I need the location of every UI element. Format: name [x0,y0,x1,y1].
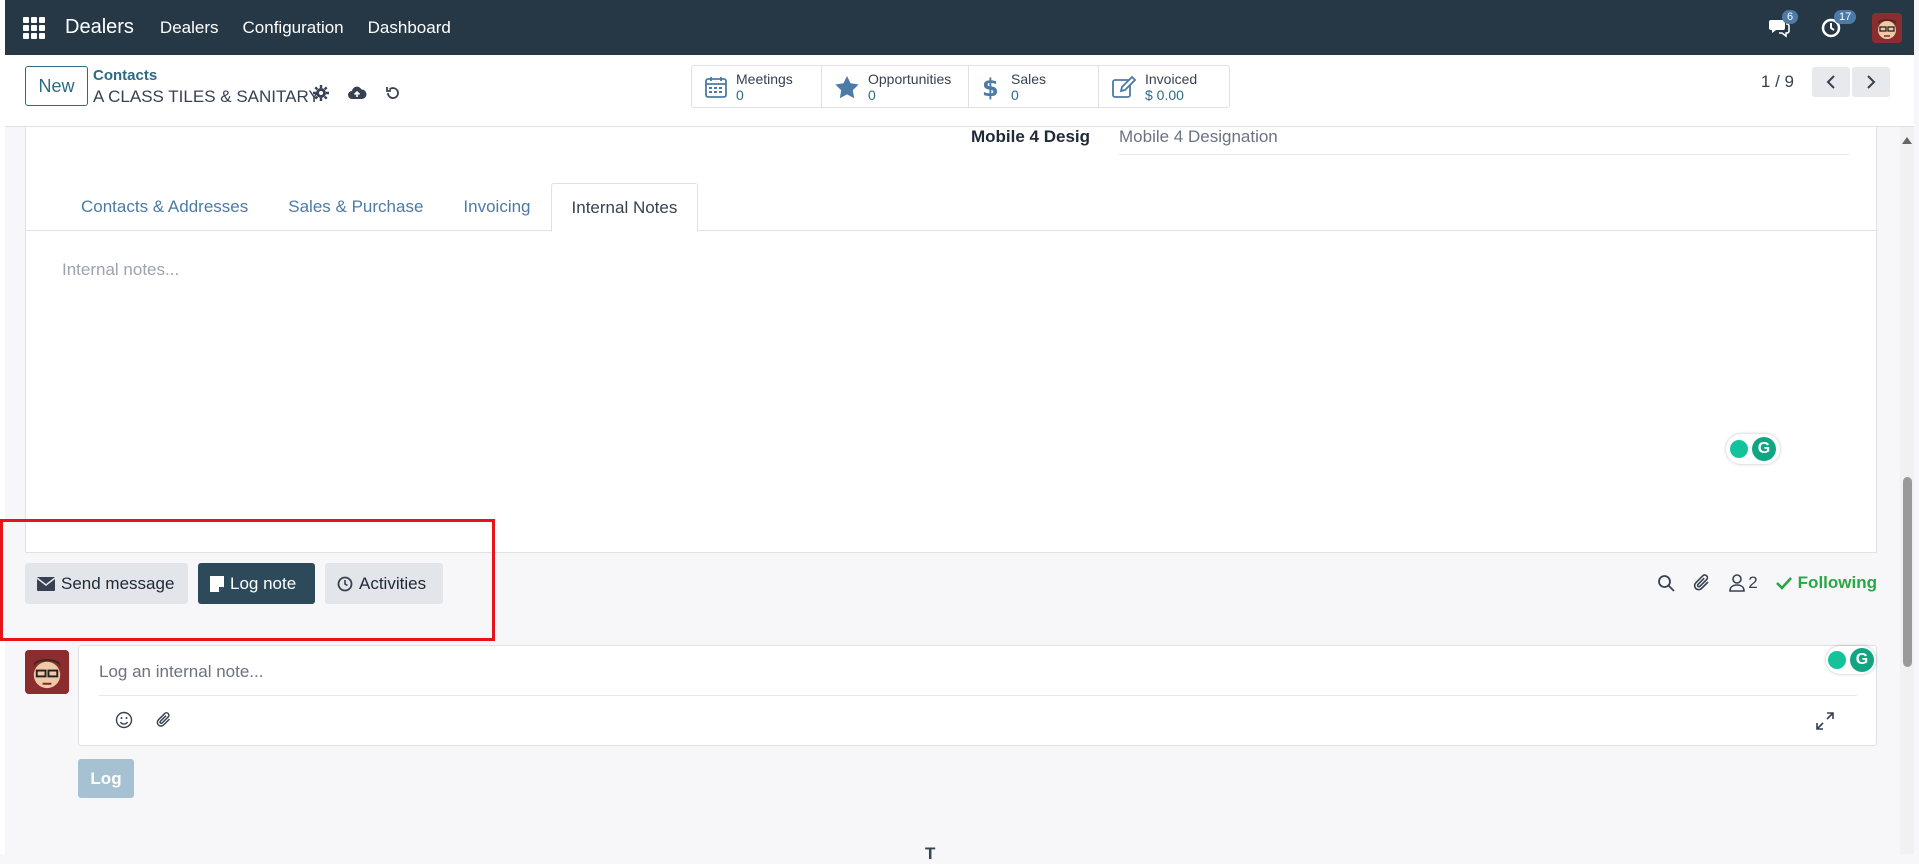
following-label: Following [1797,573,1877,592]
grammarly-icon: G [1752,437,1776,461]
log-note-input[interactable]: Log an internal note... [99,662,263,682]
pager-value[interactable]: 1 / 9 [1761,72,1794,92]
smart-button-label: Sales [1011,70,1047,87]
notebook-tabs: Contacts & Addresses Sales & Purchase In… [26,183,1878,232]
menu-configuration[interactable]: Configuration [243,18,344,38]
lightbulb-icon [1730,440,1748,458]
expand-icon[interactable] [1816,712,1834,730]
lightbulb-icon [1828,651,1846,669]
highlight-annotation-box [0,519,495,641]
chat-icon[interactable]: 6 [1768,9,1799,40]
composer-divider [99,695,1857,696]
control-panel: New Contacts A CLASS TILES & SANITARY Me… [5,55,1914,127]
app-name[interactable]: Dealers [65,16,134,39]
left-edge [0,0,5,854]
search-icon[interactable] [1657,574,1675,592]
gear-icon[interactable] [313,85,329,101]
emoji-icon[interactable] [115,711,133,729]
star-icon [835,75,859,98]
tab-invoicing[interactable]: Invoicing [443,183,550,231]
messages-badge: 6 [1782,9,1799,24]
paperclip-icon[interactable] [1693,573,1711,593]
tab-internal-notes[interactable]: Internal Notes [550,183,699,232]
top-navbar: Dealers Dealers Configuration Dashboard … [5,0,1914,55]
smart-button-opportunities[interactable]: Opportunities 0 [822,66,969,107]
user-icon [1729,574,1746,592]
scroll-thumb[interactable] [1903,477,1912,667]
smart-button-label: Invoiced [1145,70,1198,87]
new-button[interactable]: New [25,66,88,106]
check-icon [1775,577,1792,590]
smart-button-label: Opportunities [868,70,952,87]
svg-text:$: $ [982,74,997,100]
smart-button-invoiced[interactable]: Invoiced $ 0.00 [1099,66,1229,107]
smart-button-meetings[interactable]: Meetings 0 [692,66,822,107]
smart-buttons: Meetings 0 Opportunities 0 $ Sales 0 Invoic… [691,65,1230,108]
smart-button-value: 0 [868,86,876,103]
smart-button-sales[interactable]: $ Sales 0 [969,66,1099,107]
composer-avatar [25,650,69,694]
record-title: A CLASS TILES & SANITARY [93,87,320,106]
discard-icon[interactable] [385,85,401,101]
pager: 1 / 9 [1761,67,1890,97]
breadcrumb[interactable]: Contacts [93,67,157,84]
menu-dashboard[interactable]: Dashboard [368,18,451,38]
composer: Log an internal note... G [78,645,1877,746]
chevron-left-icon [1826,75,1835,89]
tab-sales-purchase[interactable]: Sales & Purchase [268,183,443,231]
composer-toolbar [115,711,173,729]
log-button[interactable]: Log [78,759,134,798]
activities-badge: 17 [1834,9,1857,24]
mobile-4-designation-input[interactable]: Mobile 4 Designation [1119,127,1849,155]
grammarly-widget[interactable]: G [1826,646,1876,674]
partial-heading: T [925,844,936,863]
grammarly-icon: G [1850,648,1874,672]
smart-button-value: 0 [1011,86,1019,103]
dollar-icon: $ [982,74,997,100]
followers-count: 2 [1748,573,1758,592]
chatter-actions: 2 Following [1657,573,1877,593]
edit-icon [1112,75,1137,98]
calendar-icon [705,76,727,98]
smart-button-value: $ 0.00 [1145,86,1184,103]
cloud-upload-icon[interactable] [347,85,367,101]
smart-button-label: Meetings [736,70,793,87]
user-avatar[interactable] [1872,12,1902,43]
field-label-mobile-4-designation: Mobile 4 Desig [971,127,1091,146]
menu-dealers[interactable]: Dealers [160,18,219,38]
apps-icon[interactable] [23,16,45,39]
smart-button-value: 0 [736,86,744,103]
paperclip-icon[interactable] [155,711,173,729]
chevron-right-icon [1867,75,1876,89]
following-button[interactable]: Following [1775,573,1877,593]
followers-button[interactable]: 2 [1729,573,1758,593]
form-sheet: Mobile 4 Desig Mobile 4 Designation Cont… [25,127,1878,553]
systray: 6 17 [1768,0,1914,55]
pager-next-button[interactable] [1852,67,1890,97]
internal-notes-editor[interactable]: Internal notes... [62,260,179,280]
scroll-up-arrow[interactable] [1902,137,1912,144]
record-actions [313,85,401,101]
tab-contacts-addresses[interactable]: Contacts & Addresses [61,183,268,231]
pager-previous-button[interactable] [1812,67,1850,97]
scrollbar[interactable] [1900,127,1914,854]
clock-icon[interactable]: 17 [1820,9,1857,40]
grammarly-widget[interactable]: G [1726,434,1780,464]
